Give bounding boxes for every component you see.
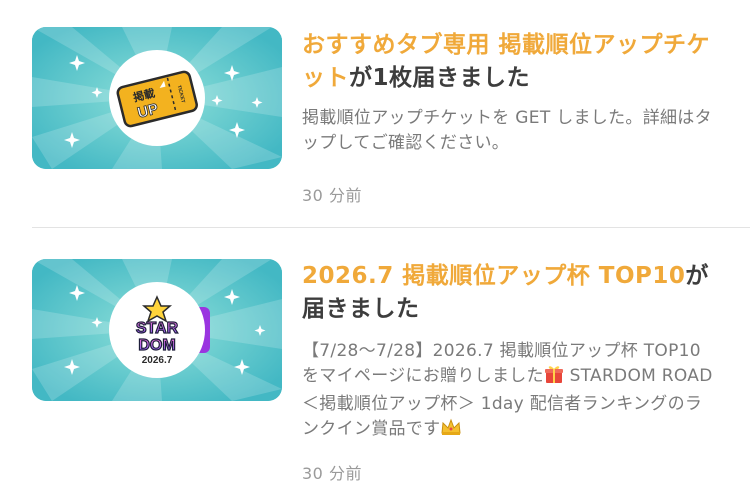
notification-time: 30 分前 (302, 186, 362, 205)
stardom-thumbnail: STAR DOM 2026.7 (32, 259, 282, 401)
divider (32, 227, 750, 228)
notification-item[interactable]: STAR DOM 2026.7 2026.7 掲載順位アップ杯 TOP10が届き… (0, 229, 750, 487)
notification-body: 【7/28～7/28】2026.7 掲載順位アップ杯 TOP10 をマイページに… (302, 339, 717, 445)
ticket-thumbnail: 掲載 UP TICKET (32, 27, 282, 169)
svg-text:STAR: STAR (136, 320, 179, 337)
notification-time: 30 分前 (302, 464, 362, 483)
notification-title: 2026.7 掲載順位アップ杯 TOP10が届きました (302, 263, 709, 322)
notification-body: 掲載順位アップチケットを GET しました。詳細はタップしてご確認ください。 (302, 108, 712, 153)
gift-icon (544, 364, 564, 392)
svg-text:DOM: DOM (138, 337, 175, 354)
crown-icon (440, 417, 462, 445)
svg-text:2026.7: 2026.7 (142, 355, 173, 366)
notification-title: おすすめタブ専用 掲載順位アップチケットが1枚届きました (302, 32, 711, 91)
notification-item[interactable]: 掲載 UP TICKET おすすめタブ専用 掲載順位アップチケットが1枚届きまし… (0, 0, 750, 228)
